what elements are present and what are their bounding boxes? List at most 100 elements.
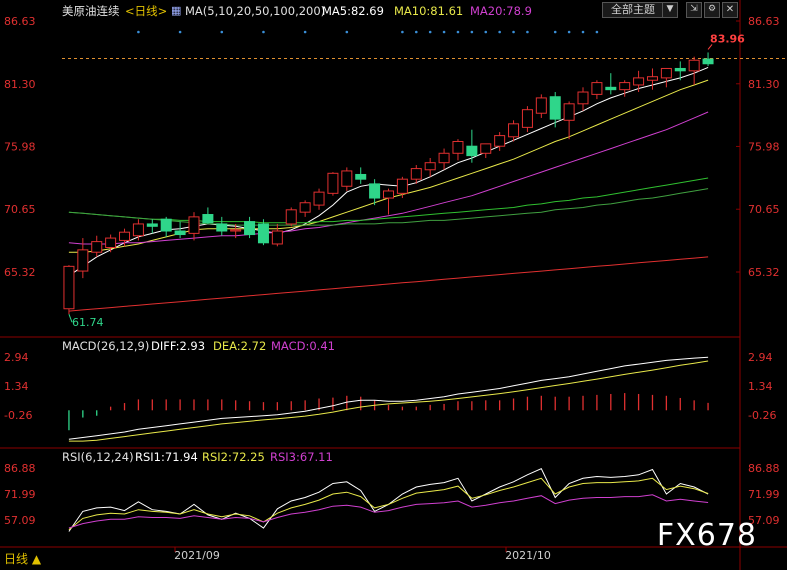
candle [466,129,478,163]
event-marker [178,30,182,34]
y-tick-label-right: 75.98 [748,140,780,153]
y-tick-label-right: 81.30 [748,78,780,91]
candle-body [105,237,117,249]
low-annotation: 61.74 [72,316,104,329]
candle [605,73,617,95]
candle-body [452,140,464,154]
candle-body [619,82,631,91]
macd-tick-left: 1.34 [4,380,29,393]
macd-tick-left: -0.26 [4,409,32,422]
event-marker [567,30,571,34]
candle-body [688,59,700,72]
candle-body [132,223,144,237]
adjust-icon[interactable]: ⇲ [686,2,702,18]
candle-body [160,218,172,232]
event-marker [512,30,515,34]
rsi-tick-left: 86.88 [4,462,36,475]
macd-dea: DEA:2.72 [213,339,267,353]
rsi3-value: RSI3:67.11 [270,450,333,464]
candle-body [521,109,533,128]
candle [132,219,144,241]
candle-body [382,190,395,199]
candle [119,228,131,247]
macd-label: MACD(26,12,9) [62,339,150,353]
candle-body [341,170,353,187]
candle [438,148,450,170]
ma10-value: MA10:81.61 [394,4,464,18]
candle-body [244,221,256,236]
candle-body [369,183,381,199]
high-annotation: 83.96 [710,32,745,45]
candle-body [299,202,311,213]
rsi-line-rsi2 [68,477,709,531]
ma20-value: MA20:78.9 [470,4,532,18]
candle-body [174,230,186,236]
y-tick-label-left: 75.98 [4,140,36,153]
rsi-line-rsi1 [68,468,709,532]
candle-body [146,223,158,227]
candle-body [355,173,367,180]
candle [577,87,589,111]
rsi-label: RSI(6,12,24) [62,450,134,464]
macd-diff: DIFF:2.93 [151,339,206,353]
theme-select[interactable]: 全部主题 [602,2,664,18]
event-marker [303,30,307,34]
event-marker [414,30,418,34]
macd-tick-right: 1.34 [748,380,773,393]
date-label: 2021/10 [505,549,551,562]
candle [633,70,645,93]
candle-body [438,152,450,164]
ma-icon[interactable]: ▦ [171,4,181,18]
candle [646,68,658,90]
rsi-tick-right: 71.99 [748,488,780,501]
candle [285,207,297,227]
candle-body [605,86,617,91]
candle [521,106,533,133]
event-marker [581,30,585,34]
rsi2-value: RSI2:72.25 [202,450,265,464]
rsi-tick-left: 71.99 [4,488,36,501]
event-marker [470,30,474,34]
candle-body [327,172,339,194]
candle [396,176,408,199]
candle-body [63,265,75,310]
close-icon[interactable]: ✕ [722,2,738,18]
candle-body [494,135,506,147]
candle-body [591,82,603,95]
ma-params: MA(5,10,20,50,100,200) [185,4,326,18]
macd-tick-left: 2.94 [4,351,29,364]
y-tick-label-left: 70.65 [4,203,36,216]
event-marker [553,30,557,34]
rsi-tick-left: 57.09 [4,514,36,527]
period-button[interactable]: 日线 ▲ [4,550,41,567]
candle-body [549,96,561,120]
candle-body [257,223,269,244]
candle-body [91,241,103,253]
candle [202,207,214,224]
macd-tick-right: -0.26 [748,409,776,422]
macd-line-diff [68,356,709,440]
candle-body [466,145,478,157]
event-marker [456,30,460,34]
y-tick-label-right: 86.63 [748,15,780,28]
candle-body [216,223,228,232]
candle-body [202,214,214,224]
candle [271,223,283,247]
candle [327,172,339,196]
candle [452,139,464,161]
candle [216,216,228,236]
candle-body [77,249,89,272]
candle [146,219,158,234]
period-label[interactable]: <日线> [125,4,167,18]
candle [341,167,353,191]
event-marker [262,30,265,34]
candle-body [660,67,672,79]
candle-body [508,123,520,138]
triangle-down-icon[interactable]: ▼ [662,2,678,18]
candle [313,188,325,210]
settings-icon[interactable]: ⚙ [704,2,720,18]
candle-body [188,216,200,234]
candle [91,235,103,257]
y-tick-label-right: 65.32 [748,266,780,279]
candle [688,56,700,85]
